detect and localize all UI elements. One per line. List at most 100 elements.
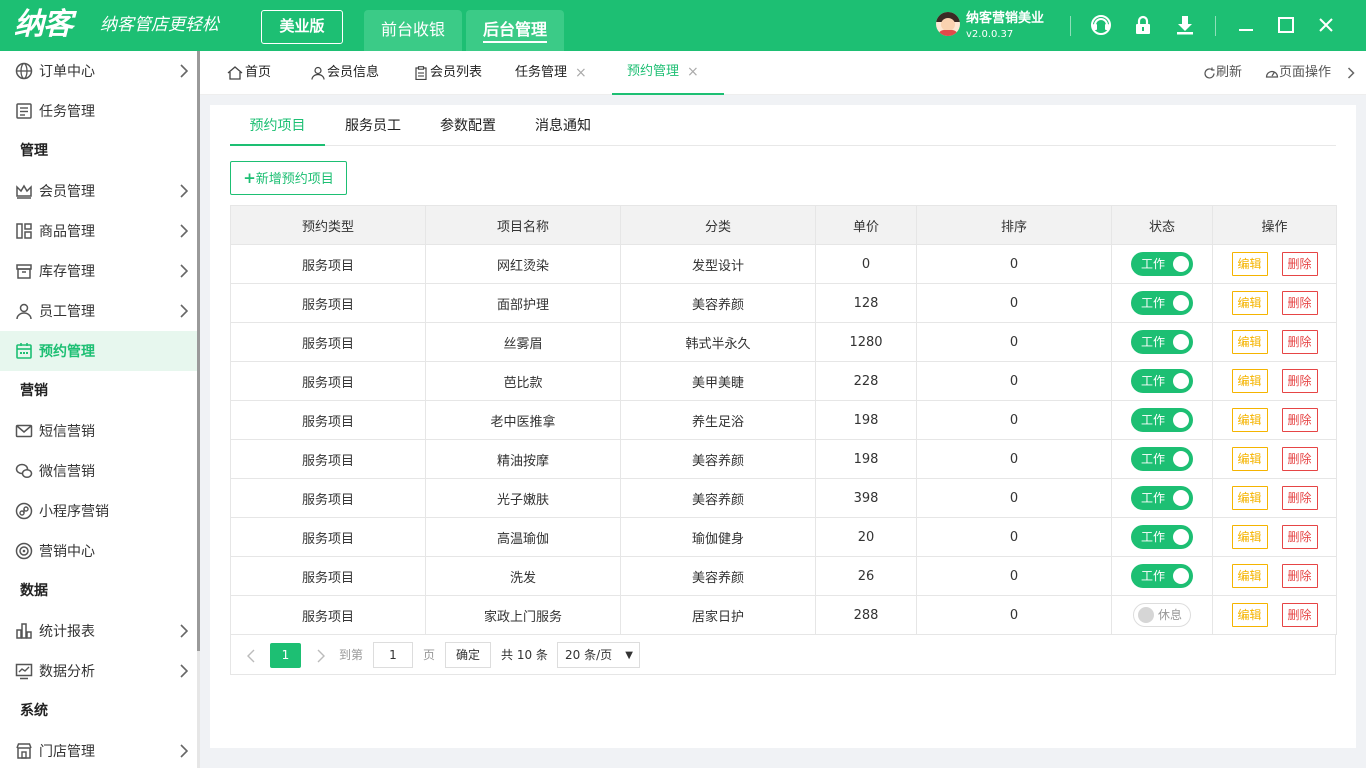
edit-button[interactable]: 编辑	[1231, 291, 1268, 315]
table-row: 服务项目 老中医推拿 养生足浴 198 0 工作 编辑 删除	[230, 400, 1337, 440]
add-appointment-item-button[interactable]: +新增预约项目	[230, 161, 347, 195]
close-icon[interactable]	[1315, 14, 1337, 36]
main-card: 预约项目 服务员工 参数配置 消息通知 +新增预约项目 预约类型 项目名称 分类…	[210, 105, 1356, 748]
page-size-select[interactable]: 20 条/页 ▼	[557, 642, 640, 668]
cell-type: 服务项目	[230, 595, 426, 635]
edit-button[interactable]: 编辑	[1231, 447, 1268, 471]
delete-button[interactable]: 删除	[1281, 408, 1318, 432]
tab-message-notify[interactable]: 消息通知	[528, 105, 598, 146]
home-icon	[227, 66, 243, 80]
sidebar-item-appointments[interactable]: 预约管理	[0, 331, 197, 371]
delete-button[interactable]: 删除	[1281, 564, 1318, 588]
cell-actions: 编辑 删除	[1212, 244, 1337, 284]
page-number-current[interactable]: 1	[270, 643, 301, 668]
tab-home[interactable]: 首页	[227, 51, 271, 95]
tab-appointment-management[interactable]: 预约管理 ×	[612, 51, 724, 95]
edit-button[interactable]: 编辑	[1231, 564, 1268, 588]
sidebar-item-tasks[interactable]: 任务管理	[0, 91, 197, 131]
status-toggle[interactable]: 工作	[1131, 369, 1193, 393]
lock-icon[interactable]	[1132, 14, 1154, 36]
status-toggle[interactable]: 工作	[1131, 486, 1193, 510]
tab-member-info[interactable]: 会员信息	[311, 51, 379, 95]
sidebar-item-label: 任务管理	[39, 104, 95, 120]
delete-button[interactable]: 删除	[1281, 603, 1318, 627]
nav-front-cashier[interactable]: 前台收银	[364, 10, 462, 51]
status-toggle[interactable]: 休息	[1133, 603, 1191, 627]
status-toggle[interactable]: 工作	[1131, 564, 1193, 588]
sidebar-item-reports[interactable]: 统计报表	[0, 611, 197, 651]
page-operations-label: 页面操作	[1279, 65, 1332, 80]
avatar[interactable]	[936, 12, 960, 36]
status-toggle[interactable]: 工作	[1131, 408, 1193, 432]
delete-button[interactable]: 删除	[1281, 252, 1318, 276]
delete-button[interactable]: 删除	[1281, 447, 1318, 471]
sidebar-item-wechat[interactable]: 微信营销	[0, 451, 197, 491]
sidebar-item-members[interactable]: 会员管理	[0, 171, 197, 211]
sidebar-item-sms[interactable]: 短信营销	[0, 411, 197, 451]
sidebar-item-stores[interactable]: 门店管理	[0, 731, 197, 768]
table-row: 服务项目 丝雾眉 韩式半永久 1280 0 工作 编辑 删除	[230, 322, 1337, 362]
goto-page-input[interactable]: 1	[373, 642, 413, 668]
sidebar-item-staff[interactable]: 员工管理	[0, 291, 197, 331]
nav-back-office[interactable]: 后台管理	[466, 10, 564, 51]
cell-category: 美容养颜	[620, 439, 816, 479]
status-toggle[interactable]: 工作	[1131, 330, 1193, 354]
edit-button[interactable]: 编辑	[1231, 369, 1268, 393]
goto-confirm-button[interactable]: 确定	[445, 642, 491, 668]
download-icon[interactable]	[1174, 14, 1196, 36]
delete-button[interactable]: 删除	[1281, 330, 1318, 354]
tab-parameter-config[interactable]: 参数配置	[433, 105, 503, 146]
status-toggle[interactable]: 工作	[1131, 447, 1193, 471]
delete-button[interactable]: 删除	[1281, 291, 1318, 315]
sidebar-item-goods[interactable]: 商品管理	[0, 211, 197, 251]
delete-button[interactable]: 删除	[1281, 486, 1318, 510]
delete-button[interactable]: 删除	[1281, 525, 1318, 549]
sidebar-item-label: 营销中心	[39, 544, 95, 560]
chevron-right-icon[interactable]	[1347, 67, 1355, 79]
status-toggle[interactable]: 工作	[1131, 291, 1193, 315]
cell-sort: 0	[916, 283, 1112, 323]
tab-service-staff[interactable]: 服务员工	[338, 105, 408, 146]
section-heading-data: 数据	[20, 583, 48, 599]
sidebar-item-inventory[interactable]: 库存管理	[0, 251, 197, 291]
edit-button[interactable]: 编辑	[1231, 486, 1268, 510]
sidebar-item-miniapp[interactable]: 小程序营销	[0, 491, 197, 531]
cell-actions: 编辑 删除	[1212, 400, 1337, 440]
page-operations-button[interactable]: 页面操作	[1265, 51, 1331, 95]
task-icon	[14, 101, 34, 121]
cell-sort: 0	[916, 595, 1112, 635]
cell-name: 家政上门服务	[425, 595, 621, 635]
edition-button[interactable]: 美业版	[261, 10, 343, 44]
edit-button[interactable]: 编辑	[1231, 603, 1268, 627]
cell-price: 228	[815, 361, 917, 401]
delete-button[interactable]: 删除	[1281, 369, 1318, 393]
tab-task-management[interactable]: 任务管理 ×	[515, 51, 587, 95]
edit-button[interactable]: 编辑	[1231, 330, 1268, 354]
edit-button[interactable]: 编辑	[1231, 408, 1268, 432]
page-tab-bar: 首页 会员信息 会员列表 任务管理 × 预约管理 × 刷新 页面操作	[200, 51, 1366, 95]
close-icon[interactable]: ×	[687, 50, 699, 94]
tab-member-list[interactable]: 会员列表	[414, 51, 482, 95]
status-toggle[interactable]: 工作	[1131, 525, 1193, 549]
sidebar-item-marketing-center[interactable]: 营销中心	[0, 531, 197, 571]
refresh-button[interactable]: 刷新	[1203, 51, 1242, 95]
tab-appointment-items[interactable]: 预约项目	[230, 105, 325, 146]
close-icon[interactable]: ×	[575, 51, 587, 95]
wechat-icon	[14, 461, 34, 481]
minimize-icon[interactable]	[1235, 14, 1257, 36]
sidebar-scrollbar[interactable]	[197, 51, 200, 768]
sidebar-item-orders[interactable]: 订单中心	[0, 51, 197, 91]
table-header-row: 预约类型 项目名称 分类 单价 排序 状态 操作	[230, 205, 1337, 245]
cell-name: 洗发	[425, 556, 621, 596]
sidebar-item-analytics[interactable]: 数据分析	[0, 651, 197, 691]
support-icon[interactable]	[1090, 14, 1112, 36]
cell-status: 工作	[1111, 244, 1213, 284]
edit-button[interactable]: 编辑	[1231, 252, 1268, 276]
edit-button[interactable]: 编辑	[1231, 525, 1268, 549]
maximize-icon[interactable]	[1275, 14, 1297, 36]
status-toggle[interactable]: 工作	[1131, 252, 1193, 276]
next-page-icon[interactable]	[317, 649, 325, 663]
cell-status: 工作	[1111, 478, 1213, 518]
dropdown-arrow-icon: ▼	[625, 650, 633, 661]
prev-page-icon[interactable]	[247, 649, 255, 663]
